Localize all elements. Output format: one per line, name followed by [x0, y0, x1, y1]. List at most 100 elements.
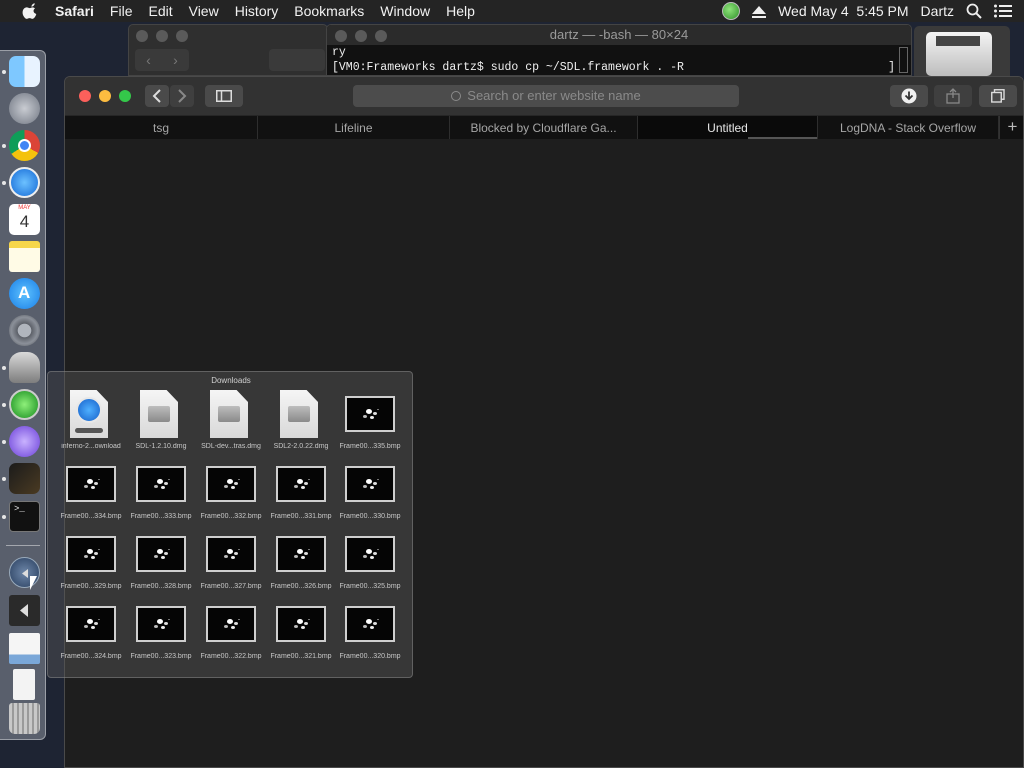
- file-item[interactable]: Frame00...324.bmp: [56, 600, 126, 668]
- chevron-right-icon: [178, 89, 187, 103]
- finder-icon[interactable]: [9, 56, 40, 87]
- finder-view-switcher[interactable]: [269, 49, 325, 71]
- minimize-button[interactable]: [355, 30, 367, 42]
- bittorrent-icon[interactable]: [9, 426, 40, 457]
- back-button[interactable]: [145, 85, 169, 107]
- system-preferences-icon[interactable]: [9, 315, 40, 346]
- running-indicator: [2, 144, 6, 148]
- menu-history[interactable]: History: [227, 3, 287, 19]
- green-status-icon[interactable]: [722, 2, 741, 20]
- launchpad-icon[interactable]: [9, 93, 40, 124]
- bmp-thumbnail: [345, 536, 395, 572]
- running-indicator: [2, 366, 6, 370]
- file-item[interactable]: SDL-dev...tras.dmg: [196, 390, 266, 458]
- file-item[interactable]: Frame00...329.bmp: [56, 530, 126, 598]
- background-finder-window[interactable]: ‹ ›: [128, 24, 328, 76]
- sidebar-button[interactable]: [205, 85, 243, 107]
- file-item[interactable]: Frame00...330.bmp: [335, 460, 405, 528]
- search-address-bar[interactable]: Search or enter website name: [353, 85, 739, 107]
- disk-image-icon: [210, 390, 248, 438]
- bmp-thumbnail: [276, 606, 326, 642]
- file-item[interactable]: Frame00...334.bmp: [56, 460, 126, 528]
- minimize-button[interactable]: [156, 30, 168, 42]
- app-store-icon[interactable]: A: [9, 278, 40, 309]
- tab-logdna-stack-overflow[interactable]: LogDNA - Stack Overflow: [818, 116, 999, 140]
- eject-icon[interactable]: [752, 5, 767, 18]
- menu-bookmarks[interactable]: Bookmarks: [286, 3, 372, 19]
- file-item[interactable]: Frame00...335.bmp: [335, 390, 405, 458]
- bmp-thumbnail: [206, 466, 256, 502]
- bmp-thumbnail: [345, 606, 395, 642]
- close-button[interactable]: [79, 90, 91, 102]
- close-button[interactable]: [335, 30, 347, 42]
- downloads-button[interactable]: [890, 85, 928, 107]
- file-item[interactable]: Frame00...327.bmp: [196, 530, 266, 598]
- file-item[interactable]: Frame00...325.bmp: [335, 530, 405, 598]
- tab-lifeline[interactable]: Lifeline: [258, 116, 450, 140]
- share-icon: [946, 88, 960, 104]
- notification-center-icon[interactable]: [994, 4, 1012, 18]
- tab-overview-button[interactable]: [979, 85, 1017, 107]
- spotlight-search-icon[interactable]: [966, 3, 982, 19]
- file-item[interactable]: Frame00...331.bmp: [266, 460, 336, 528]
- terminal-title: dartz — -bash — 80×24: [549, 27, 689, 42]
- menu-app-safari[interactable]: Safari: [55, 3, 102, 19]
- document-icon[interactable]: [13, 669, 35, 700]
- background-disk-window[interactable]: [914, 26, 1010, 78]
- menu-view[interactable]: View: [181, 3, 227, 19]
- chrome-icon[interactable]: [9, 130, 40, 161]
- calendar-icon[interactable]: MAY 4: [9, 204, 40, 235]
- menu-file[interactable]: File: [102, 3, 141, 19]
- file-item[interactable]: Frame00...333.bmp: [126, 460, 196, 528]
- window-thumbnail-icon[interactable]: [9, 633, 40, 664]
- calendar-month: MAY: [18, 205, 31, 211]
- menu-user[interactable]: Dartz: [921, 3, 954, 19]
- file-item[interactable]: Frame00...328.bmp: [126, 530, 196, 598]
- file-item[interactable]: Frame00...320.bmp: [335, 600, 405, 668]
- file-item[interactable]: Frame00...322.bmp: [196, 600, 266, 668]
- search-icon: [451, 91, 462, 101]
- chevron-left-icon[interactable]: ‹: [135, 49, 162, 71]
- file-item[interactable]: Frame00...332.bmp: [196, 460, 266, 528]
- sidebar-icon: [216, 90, 232, 102]
- disk-image-icon: [926, 32, 992, 76]
- notes-icon[interactable]: [9, 241, 40, 272]
- menu-help[interactable]: Help: [438, 3, 483, 19]
- file-item[interactable]: SDL-1.2.10.dmg: [126, 390, 196, 458]
- zoom-button[interactable]: [119, 90, 131, 102]
- close-button[interactable]: [136, 30, 148, 42]
- menu-edit[interactable]: Edit: [140, 3, 180, 19]
- zoom-button[interactable]: [375, 30, 387, 42]
- finder-nav-buttons[interactable]: ‹ ›: [135, 49, 189, 71]
- file-item[interactable]: Frame00...326.bmp: [266, 530, 336, 598]
- terminal-scrollbar[interactable]: [899, 47, 908, 73]
- trash-icon[interactable]: [9, 703, 40, 734]
- file-item[interactable]: SDL2-2.0.22.dmg: [266, 390, 336, 458]
- menu-clock[interactable]: Wed May 4 5:45 PM: [778, 3, 908, 19]
- stack-collapse-icon[interactable]: [9, 595, 40, 626]
- apple-icon[interactable]: [20, 3, 42, 19]
- terminal-window[interactable]: dartz — -bash — 80×24 ry [VM0:Frameworks…: [326, 24, 912, 76]
- file-item[interactable]: inferno-2...ownload: [56, 390, 126, 458]
- forward-button[interactable]: [170, 85, 194, 107]
- share-button[interactable]: [934, 85, 972, 107]
- file-item[interactable]: Frame00...321.bmp: [266, 600, 336, 668]
- tab-tsg[interactable]: tsg: [65, 116, 258, 140]
- automator-icon[interactable]: [9, 352, 40, 383]
- file-item[interactable]: Frame00...323.bmp: [126, 600, 196, 668]
- safari-icon[interactable]: [9, 167, 40, 198]
- tab-blocked-by-cloudflare[interactable]: Blocked by Cloudflare Ga...: [450, 116, 638, 140]
- terminal-titlebar[interactable]: dartz — -bash — 80×24: [327, 25, 911, 45]
- menu-window[interactable]: Window: [372, 3, 438, 19]
- minimize-button[interactable]: [99, 90, 111, 102]
- chevron-right-icon[interactable]: ›: [162, 49, 189, 71]
- terminal-icon[interactable]: >_: [9, 501, 40, 532]
- file-label: Frame00...335.bmp: [339, 443, 401, 450]
- zoom-button[interactable]: [176, 30, 188, 42]
- green-app-icon[interactable]: [9, 389, 40, 420]
- console-icon[interactable]: [9, 463, 40, 494]
- file-label: Frame00...320.bmp: [339, 653, 401, 660]
- tab-untitled[interactable]: Untitled: [638, 116, 818, 140]
- new-tab-button[interactable]: +: [999, 116, 1023, 140]
- mouse-pointer-icon: [30, 576, 37, 590]
